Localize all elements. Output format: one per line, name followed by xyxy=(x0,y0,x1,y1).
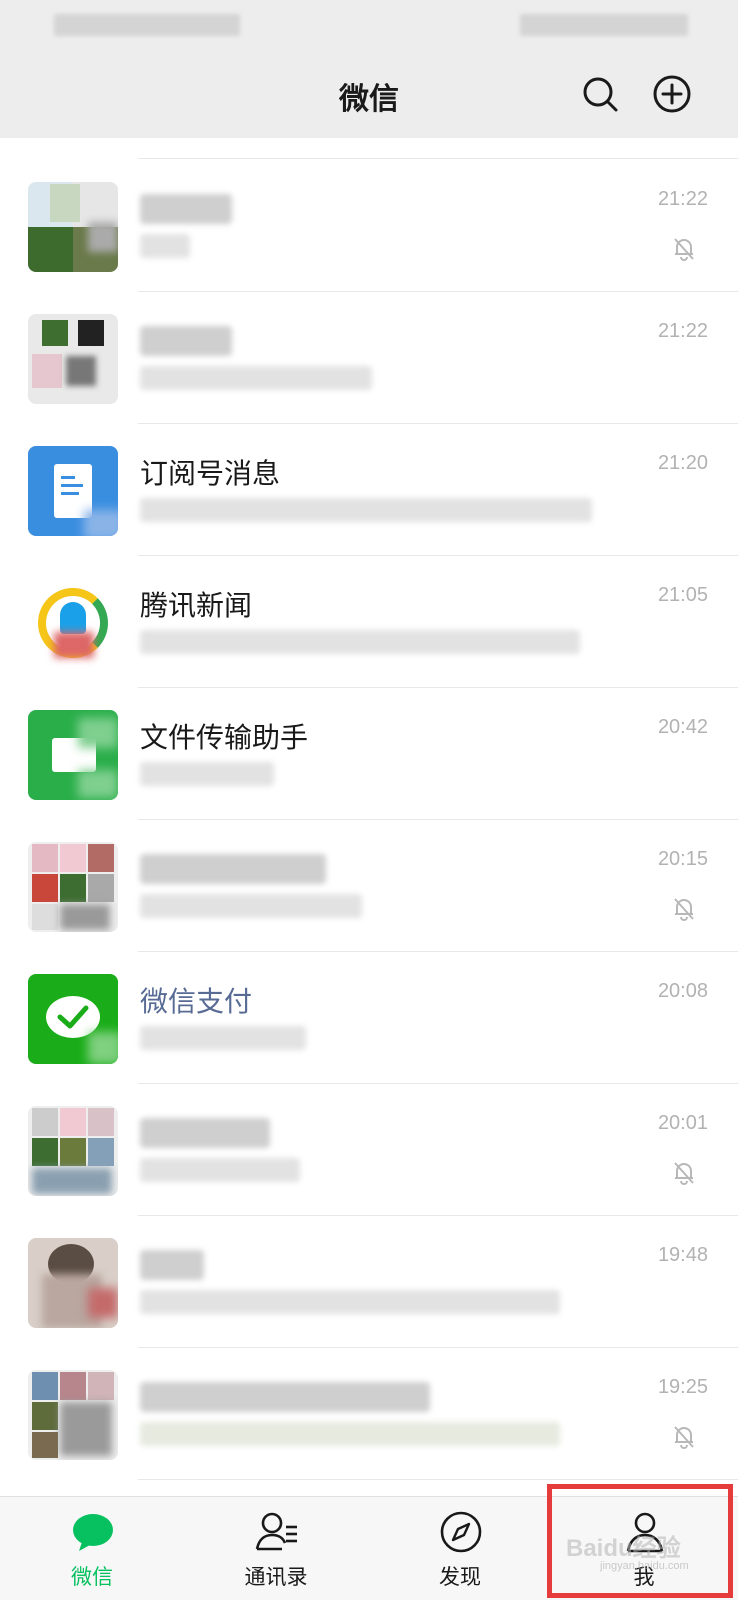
chat-time: 21:20 xyxy=(657,452,708,474)
search-icon[interactable] xyxy=(578,72,622,116)
avatar xyxy=(28,1238,118,1328)
tab-chats[interactable]: 微信 xyxy=(0,1497,184,1600)
chat-time: 21:05 xyxy=(657,584,708,606)
chat-name: 订阅号消息 xyxy=(140,457,281,490)
mute-bell-icon xyxy=(674,898,694,921)
chat-time: 20:08 xyxy=(657,980,708,1002)
list-divider xyxy=(138,158,738,159)
chat-item[interactable]: 腾讯新闻 21:05 xyxy=(0,556,738,688)
status-right-blur xyxy=(520,14,688,36)
message-preview xyxy=(140,498,592,522)
avatar xyxy=(28,314,118,404)
chat-item[interactable]: 19:25 xyxy=(0,1348,738,1480)
mute-bell-icon xyxy=(674,238,694,261)
contacts-icon xyxy=(255,1512,297,1551)
chat-item[interactable]: 订阅号消息 21:20 xyxy=(0,424,738,556)
message-preview xyxy=(140,234,190,258)
page-title: 微信 xyxy=(339,82,399,117)
name-redacted xyxy=(140,326,232,356)
avatar xyxy=(28,1370,118,1460)
wechat-pay-avatar xyxy=(28,974,118,1064)
top-header: 微信 xyxy=(0,52,738,138)
chat-time: 21:22 xyxy=(657,320,708,342)
chat-time: 20:01 xyxy=(657,1112,708,1134)
plus-circle-icon[interactable] xyxy=(650,72,694,116)
name-redacted xyxy=(140,194,232,224)
chat-item[interactable]: 20:01 xyxy=(0,1084,738,1216)
status-left-blur xyxy=(54,14,240,36)
status-bar xyxy=(0,0,738,52)
avatar xyxy=(28,1106,118,1196)
chat-time: 21:22 xyxy=(657,188,708,210)
chat-bubble-icon xyxy=(73,1514,113,1551)
chat-item[interactable]: 21:22 xyxy=(0,160,738,292)
avatar xyxy=(28,182,118,272)
tab-discover[interactable]: 发现 xyxy=(368,1497,552,1600)
chat-name: 文件传输助手 xyxy=(140,721,309,754)
tab-label: 发现 xyxy=(439,1565,481,1589)
message-preview xyxy=(140,1422,560,1446)
subscription-avatar xyxy=(28,446,118,536)
tab-label: 通讯录 xyxy=(244,1565,308,1589)
chat-name: 腾讯新闻 xyxy=(140,589,253,622)
chat-item[interactable]: 文件传输助手 20:42 xyxy=(0,688,738,820)
chat-time: 19:25 xyxy=(657,1376,708,1398)
list-divider xyxy=(138,1479,738,1480)
chat-time: 20:15 xyxy=(657,848,708,870)
avatar xyxy=(28,842,118,932)
tab-label: 微信 xyxy=(71,1565,113,1589)
message-preview xyxy=(140,1026,306,1050)
message-preview xyxy=(140,1158,300,1182)
compass-icon xyxy=(440,1511,482,1553)
chat-item[interactable]: 20:15 xyxy=(0,820,738,952)
name-redacted xyxy=(140,1250,204,1280)
name-redacted xyxy=(140,854,326,884)
chat-item[interactable]: 微信支付 20:08 xyxy=(0,952,738,1084)
highlight-box xyxy=(547,1484,733,1598)
tencent-news-avatar xyxy=(28,578,118,668)
message-preview xyxy=(140,1290,560,1314)
chat-list[interactable]: 21:22 21:22 订阅号消息 21:20 腾讯新闻 21:05 文件传输助… xyxy=(0,138,738,1496)
message-preview xyxy=(140,762,274,786)
message-preview xyxy=(140,630,580,654)
name-redacted xyxy=(140,1382,430,1412)
chat-item[interactable]: 19:48 xyxy=(0,1216,738,1348)
chat-time: 20:42 xyxy=(657,716,708,738)
tab-contacts[interactable]: 通讯录 xyxy=(184,1497,368,1600)
chat-item[interactable]: 21:22 xyxy=(0,292,738,424)
name-redacted xyxy=(140,1118,270,1148)
chat-time: 19:48 xyxy=(657,1244,708,1266)
mute-bell-icon xyxy=(674,1162,694,1185)
message-preview xyxy=(140,894,362,918)
message-preview xyxy=(140,366,372,390)
mute-bell-icon xyxy=(674,1426,694,1449)
file-transfer-avatar xyxy=(28,710,118,800)
chat-name: 微信支付 xyxy=(140,985,253,1018)
